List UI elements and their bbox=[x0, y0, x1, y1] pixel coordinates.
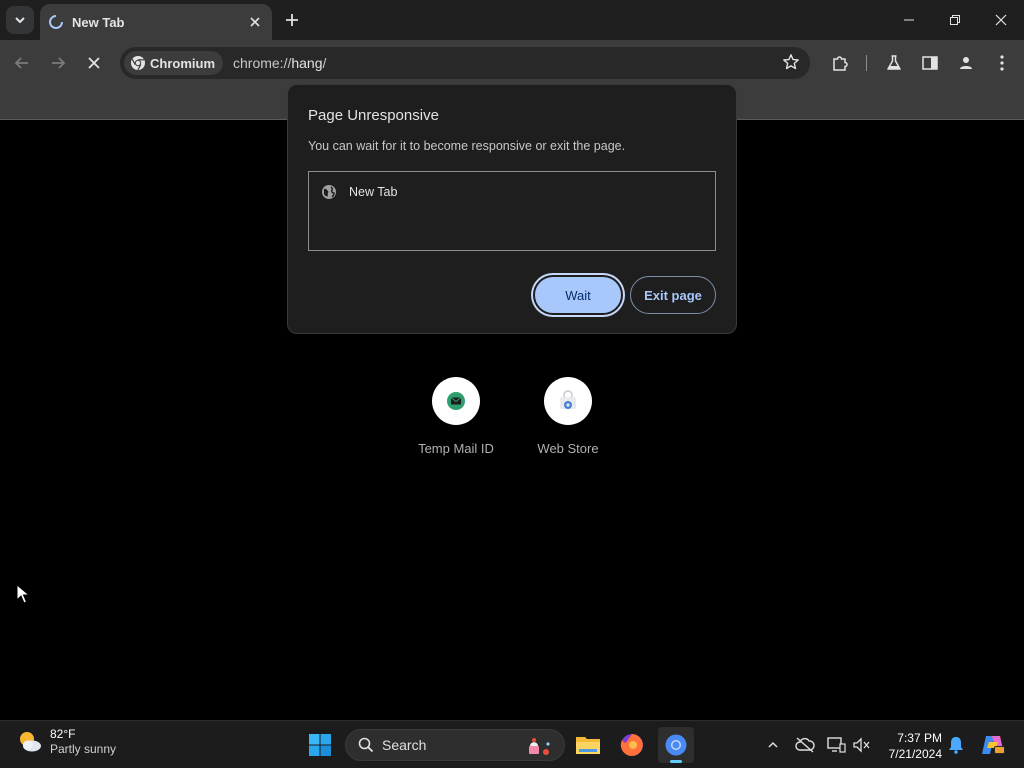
side-panel-icon bbox=[922, 56, 938, 70]
search-highlight-icon bbox=[529, 738, 550, 755]
taskbar: 82°F Partly sunny Search 7:37 PM 7/21/20… bbox=[0, 720, 1024, 768]
chromium-logo-icon bbox=[131, 56, 145, 71]
temp-mail-icon bbox=[447, 392, 465, 410]
shortcut-label: Web Store bbox=[537, 441, 599, 456]
labs-button[interactable] bbox=[880, 49, 908, 77]
more-vertical-icon bbox=[1000, 55, 1004, 71]
shortcut-tile bbox=[544, 377, 592, 425]
clock-date: 7/21/2024 bbox=[888, 747, 942, 761]
restore-icon bbox=[950, 15, 960, 25]
forward-button[interactable] bbox=[44, 49, 72, 77]
shortcut-label: Temp Mail ID bbox=[418, 441, 494, 456]
taskbar-file-explorer[interactable] bbox=[570, 727, 606, 763]
toolbar-separator bbox=[866, 55, 867, 71]
side-panel-button[interactable] bbox=[916, 49, 944, 77]
shortcut-temp-mail[interactable]: Temp Mail ID bbox=[406, 377, 506, 456]
star-icon bbox=[783, 54, 799, 70]
url-path: / bbox=[322, 55, 327, 71]
site-info-chip[interactable]: Chromium bbox=[124, 51, 223, 75]
network-tray-icon[interactable] bbox=[826, 735, 846, 755]
wait-button[interactable]: Wait bbox=[533, 275, 623, 315]
minimize-button[interactable] bbox=[886, 4, 932, 36]
address-bar[interactable]: Chromium chrome://hang/ bbox=[120, 47, 810, 79]
taskbar-clock[interactable]: 7:37 PM 7/21/2024 bbox=[880, 730, 942, 762]
chip-label: Chromium bbox=[150, 55, 215, 71]
folder-icon bbox=[576, 737, 600, 754]
chromium-logo-icon bbox=[665, 734, 687, 756]
cloud-off-icon bbox=[795, 737, 815, 753]
page-list-item-label: New Tab bbox=[349, 185, 398, 199]
active-indicator bbox=[670, 760, 682, 763]
stop-loading-button[interactable] bbox=[80, 49, 108, 77]
page-unresponsive-dialog: Page Unresponsive You can wait for it to… bbox=[287, 84, 737, 334]
chevron-down-icon bbox=[15, 17, 25, 24]
back-button[interactable] bbox=[8, 49, 36, 77]
unresponsive-page-list: New Tab bbox=[308, 171, 716, 251]
close-icon bbox=[88, 57, 100, 69]
copilot-icon bbox=[982, 736, 1005, 754]
url-host: hang bbox=[291, 55, 323, 71]
mouse-cursor bbox=[16, 583, 31, 609]
url-text: chrome://hang/ bbox=[233, 55, 326, 71]
dialog-description: You can wait for it to become responsive… bbox=[308, 139, 626, 153]
restore-button[interactable] bbox=[932, 4, 978, 36]
close-icon bbox=[250, 17, 260, 27]
tab-search-button[interactable] bbox=[6, 6, 34, 34]
flask-icon bbox=[887, 55, 901, 70]
web-store-icon bbox=[560, 390, 576, 409]
copilot-button[interactable] bbox=[980, 735, 1006, 755]
weather-temperature: 82°F bbox=[50, 727, 76, 741]
shortcut-web-store[interactable]: Web Store bbox=[518, 377, 618, 456]
dialog-title: Page Unresponsive bbox=[308, 107, 439, 124]
tab-title: New Tab bbox=[72, 14, 125, 30]
show-hidden-icons-button[interactable] bbox=[763, 735, 783, 755]
loading-icon bbox=[48, 14, 64, 30]
bell-icon bbox=[949, 737, 963, 754]
tab-close-button[interactable] bbox=[246, 13, 264, 31]
search-icon bbox=[358, 737, 374, 753]
cursor-arrow-icon bbox=[16, 583, 31, 604]
close-icon bbox=[995, 14, 1007, 26]
new-tab-button[interactable] bbox=[280, 8, 304, 32]
url-scheme: chrome:// bbox=[233, 55, 292, 71]
arrow-left-icon bbox=[14, 57, 28, 69]
minimize-icon bbox=[904, 19, 914, 21]
list-item: New Tab bbox=[321, 184, 397, 200]
puzzle-icon bbox=[833, 56, 848, 71]
tab-new-tab[interactable]: New Tab bbox=[40, 4, 272, 40]
tab-strip: New Tab bbox=[0, 0, 1024, 40]
firefox-icon bbox=[620, 734, 643, 756]
start-button[interactable] bbox=[306, 731, 334, 759]
extensions-button[interactable] bbox=[826, 49, 854, 77]
taskbar-search[interactable]: Search bbox=[345, 729, 565, 761]
weather-condition: Partly sunny bbox=[50, 742, 117, 756]
weather-widget[interactable]: 82°F Partly sunny bbox=[16, 727, 116, 757]
speaker-muted-icon bbox=[853, 737, 870, 753]
person-icon bbox=[960, 57, 972, 69]
toolbar: Chromium chrome://hang/ bbox=[0, 40, 1024, 86]
network-icon bbox=[827, 737, 846, 753]
plus-icon bbox=[286, 14, 298, 26]
close-window-button[interactable] bbox=[978, 4, 1024, 36]
shortcut-tile bbox=[432, 377, 480, 425]
profile-button[interactable] bbox=[952, 49, 980, 77]
search-label: Search bbox=[382, 737, 427, 753]
taskbar-chromium[interactable] bbox=[658, 727, 694, 763]
globe-icon bbox=[322, 185, 336, 199]
chevron-up-icon bbox=[768, 741, 778, 748]
partly-sunny-icon bbox=[20, 732, 41, 752]
clock-time: 7:37 PM bbox=[897, 731, 942, 745]
arrow-right-icon bbox=[52, 57, 66, 69]
notifications-button[interactable] bbox=[946, 735, 966, 755]
exit-page-button[interactable]: Exit page bbox=[630, 276, 716, 314]
menu-button[interactable] bbox=[988, 49, 1016, 77]
onedrive-tray-icon[interactable] bbox=[795, 735, 815, 755]
bookmark-star-button[interactable] bbox=[782, 53, 802, 73]
volume-tray-icon[interactable] bbox=[852, 735, 872, 755]
taskbar-firefox[interactable] bbox=[614, 727, 650, 763]
windows-logo-icon bbox=[309, 734, 331, 756]
